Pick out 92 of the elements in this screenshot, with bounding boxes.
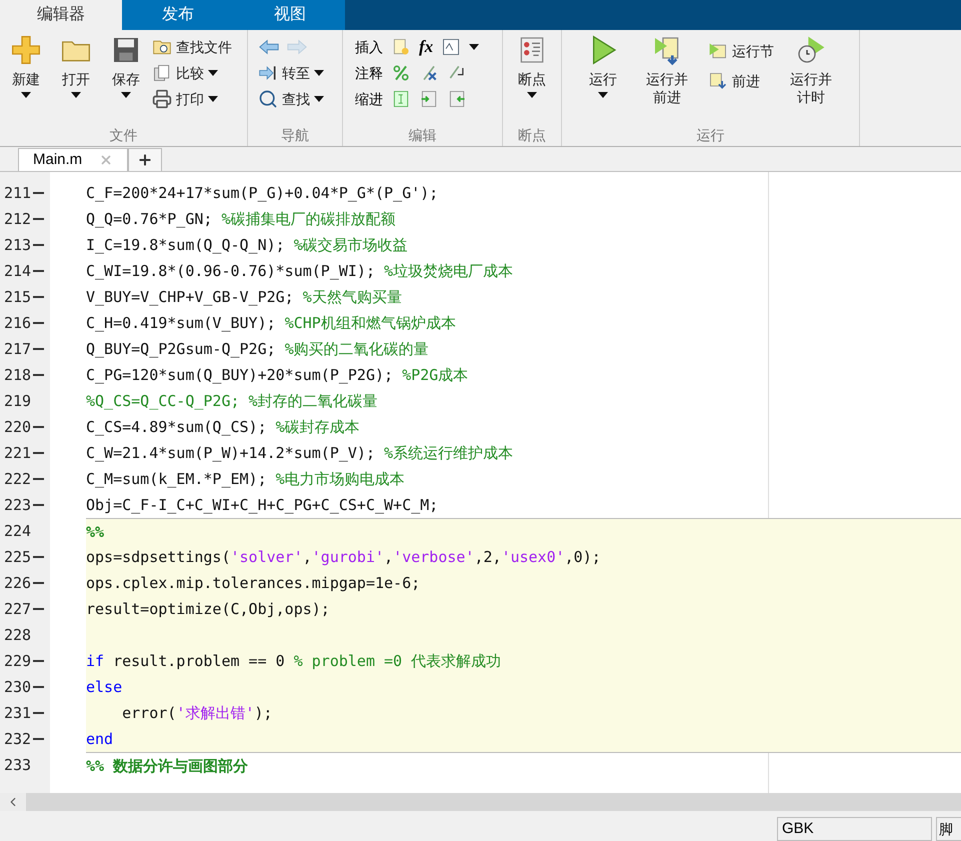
code-line: C_H=0.419*sum(V_BUY); %CHP机组和燃气锅炉成本	[86, 313, 457, 334]
search-icon	[258, 89, 278, 109]
line-number: 223	[3, 495, 32, 516]
printer-icon	[152, 89, 172, 109]
ribbon-button[interactable]: 比较	[152, 60, 232, 86]
code-line: %% 数据分许与画图部分	[86, 752, 961, 778]
line-number: 212	[3, 209, 32, 230]
line-number: 213	[3, 235, 32, 256]
code-line: I_C=19.8*sum(Q_Q-Q_N); %碳交易市场收益	[86, 235, 409, 256]
line-number: 222	[3, 469, 32, 490]
encoding-status: GBK	[777, 817, 932, 841]
line-number: 214	[3, 261, 32, 282]
line-number: 224	[3, 521, 32, 542]
line-number: 233	[3, 755, 32, 776]
ribbon-button[interactable]: 前进	[708, 68, 774, 94]
code-line: Q_Q=0.76*P_GN; %碳捕集电厂的碳排放配额	[86, 209, 396, 230]
insert-label[interactable]: 插入	[355, 36, 383, 58]
dropdown-caret-icon	[527, 92, 537, 98]
line-number: 215	[3, 287, 32, 308]
line-number: 220	[3, 417, 32, 438]
line-number: 218	[3, 365, 32, 386]
close-icon[interactable]	[99, 153, 113, 167]
ribbon-button[interactable]: 保存	[102, 30, 150, 128]
line-number: 219	[3, 391, 32, 412]
ribbon-tab[interactable]: 发布	[122, 0, 234, 30]
ribbon-button[interactable]: 查找	[258, 86, 342, 112]
group-title: 运行	[696, 128, 726, 145]
line-number: 217	[3, 339, 32, 360]
dropdown-caret-icon	[598, 92, 608, 98]
line-number: 226	[3, 573, 32, 594]
line-number: 221	[3, 443, 32, 464]
line-number: 228	[3, 625, 32, 646]
code-line: C_PG=120*sum(Q_BUY)+20*sum(P_P2G); %P2G成本	[86, 365, 470, 386]
code-line: Q_BUY=Q_P2Gsum-Q_P2G; %购买的二氧化碳的量	[86, 339, 430, 360]
ribbon-tab[interactable]: 视图	[234, 0, 346, 30]
line-number: 227	[3, 599, 32, 620]
dropdown-caret-icon	[314, 70, 324, 76]
function-icon[interactable]: fx	[419, 34, 434, 60]
documents-icon	[152, 63, 172, 83]
dropdown-caret-icon	[21, 92, 31, 98]
ribbon-tab[interactable]: 编辑器	[0, 0, 122, 30]
ribbon-button[interactable]: 查找文件	[152, 34, 232, 60]
plus-icon	[137, 152, 153, 168]
code-line: %Q_CS=Q_CC-Q_P2G; %封存的二氧化碳量	[86, 391, 379, 412]
plus-icon	[10, 34, 42, 66]
group-title: 断点	[518, 128, 546, 145]
comment-label[interactable]: 注释	[355, 62, 383, 84]
ribbon-button[interactable]: 运行	[580, 30, 626, 128]
horizontal-scrollbar[interactable]	[0, 793, 961, 811]
line-number: 229	[3, 651, 32, 672]
code-line: Obj=C_F-I_C+C_WI+C_H+C_PG+C_CS+C_W+C_M;	[86, 495, 440, 516]
line-number: 225	[3, 547, 32, 568]
ribbon-button[interactable]: 打印	[152, 86, 232, 112]
new-tab-button[interactable]	[128, 148, 162, 171]
ribbon-button[interactable]: 新建	[2, 30, 50, 128]
smart-indent-icon	[391, 89, 411, 109]
dropdown-caret-icon	[208, 70, 218, 76]
code-line: V_BUY=V_CHP+V_GB-V_P2G; %天然气购买量	[86, 287, 403, 308]
ribbon-button[interactable]: 转至	[258, 60, 342, 86]
line-number: 230	[3, 677, 32, 698]
group-title: 导航	[280, 128, 310, 145]
file-tab[interactable]: Main.m	[18, 148, 128, 171]
ribbon-button[interactable]: 断点	[509, 30, 555, 98]
group-title: 文件	[108, 128, 138, 145]
percent-icon	[391, 63, 411, 83]
ribbon-button[interactable]: 打开	[52, 30, 100, 128]
ribbon-button[interactable]: 运行并前进	[640, 30, 694, 128]
code-line: C_CS=4.89*sum(Q_CS); %碳封存成本	[86, 417, 361, 438]
dropdown-caret-icon	[469, 44, 480, 50]
dropdown-caret-icon	[208, 96, 218, 102]
line-number: 231	[3, 703, 32, 724]
group-title: 编辑	[408, 128, 438, 145]
line-number: 211	[3, 183, 32, 204]
code-line: C_F=200*24+17*sum(P_G)+0.04*P_G*(P_G');	[86, 183, 440, 204]
play-section-icon	[708, 41, 728, 61]
code-line: C_M=sum(k_EM.*P_EM); %电力市场购电成本	[86, 469, 406, 490]
dropdown-caret-icon	[314, 96, 324, 102]
indent-label[interactable]: 缩进	[355, 88, 383, 110]
file-type-status: 脚	[936, 817, 961, 841]
code-line: C_W=21.4*sum(P_W)+14.2*sum(P_V); %系统运行维护成本	[86, 443, 514, 464]
document-down-icon	[708, 71, 728, 91]
code-line: C_WI=19.8*(0.96-0.76)*sum(P_WI); %垃圾焚烧电厂成本	[86, 261, 514, 282]
outdent-icon	[447, 89, 467, 109]
dropdown-caret-icon	[121, 92, 131, 98]
ribbon-button[interactable]: 运行节	[708, 38, 774, 64]
line-number: 232	[3, 729, 32, 750]
function-window-icon	[441, 37, 462, 57]
dropdown-caret-icon	[71, 92, 81, 98]
ribbon-button[interactable]: 运行并计时	[788, 30, 834, 128]
document-plus-icon	[391, 37, 411, 57]
line-number: 216	[3, 313, 32, 334]
indent-icon	[419, 89, 439, 109]
